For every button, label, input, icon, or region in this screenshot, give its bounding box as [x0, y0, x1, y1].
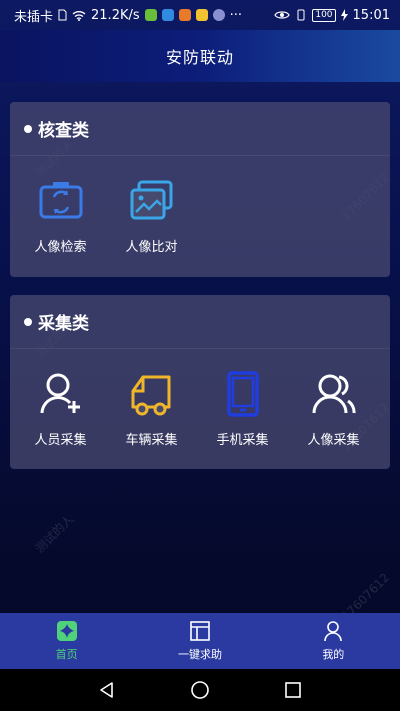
more-notifications: ···	[229, 7, 243, 23]
tab-profile[interactable]: 我的	[267, 613, 400, 669]
carrier-label: 未插卡	[14, 9, 54, 25]
sim-icon	[58, 9, 67, 21]
item-label: 车辆采集	[125, 433, 178, 448]
help-panel-icon	[190, 621, 210, 641]
tab-home[interactable]: 首页	[0, 613, 133, 669]
vibrate-icon	[297, 9, 305, 21]
section-header: 核查类	[10, 102, 390, 156]
recents-icon[interactable]	[283, 680, 303, 700]
section-title: 核查类	[38, 121, 89, 141]
tab-label: 我的	[322, 648, 345, 661]
app-notification-icon	[161, 9, 174, 21]
item-label: 人像检索	[34, 240, 87, 255]
face-compare-button[interactable]: 人像比对	[106, 156, 197, 255]
profile-icon	[324, 621, 343, 642]
tab-label: 一键求助	[177, 648, 222, 661]
bullet-icon	[24, 124, 32, 133]
tab-label: 首页	[55, 648, 78, 661]
people-icon	[312, 374, 356, 414]
tab-help[interactable]: 一键求助	[133, 613, 266, 669]
home-button-icon[interactable]	[190, 680, 210, 700]
app-notification-icon	[212, 9, 225, 21]
verification-section: 核查类 人像检索 人像比对	[10, 102, 390, 277]
section-title: 采集类	[38, 314, 89, 334]
charging-icon	[340, 9, 348, 21]
item-label: 手机采集	[216, 433, 269, 448]
app-notification-icon	[144, 9, 157, 21]
vehicle-collect-button[interactable]: 车辆采集	[106, 349, 197, 448]
face-search-icon	[39, 182, 82, 219]
mobile-phone-icon	[226, 371, 259, 417]
bottom-tab-bar: 首页 一键求助 我的	[0, 613, 400, 669]
back-icon[interactable]	[97, 680, 117, 700]
eye-icon	[274, 11, 291, 19]
item-label: 人像比对	[125, 240, 178, 255]
add-person-icon	[40, 373, 80, 414]
page-title: 安防联动	[165, 48, 234, 67]
truck-icon	[131, 375, 170, 416]
item-label: 人员采集	[34, 433, 87, 448]
clock: 15:01	[352, 7, 390, 23]
app-notification-icon	[195, 9, 208, 21]
portrait-collect-button[interactable]: 人像采集	[288, 349, 379, 448]
home-icon	[56, 621, 77, 641]
watermark: 测试的人	[32, 511, 77, 556]
bullet-icon	[24, 317, 32, 326]
title-bar: 安防联动	[0, 30, 400, 82]
person-collect-button[interactable]: 人员采集	[15, 349, 106, 448]
face-search-button[interactable]: 人像检索	[15, 156, 106, 255]
image-compare-icon	[130, 180, 172, 220]
network-speed: 21.2K/s	[91, 7, 140, 23]
section-header: 采集类	[10, 295, 390, 349]
status-bar: 未插卡 21.2K/s ··· 100 15:01	[0, 0, 400, 30]
collection-section: 采集类 人员采集 车辆采集 手机采集 人像采集	[10, 295, 390, 469]
app-notification-icon	[178, 9, 191, 21]
battery-icon: 100	[312, 8, 336, 22]
system-nav-bar	[0, 669, 400, 711]
wifi-icon	[72, 10, 86, 21]
item-label: 人像采集	[307, 433, 360, 448]
phone-collect-button[interactable]: 手机采集	[197, 349, 288, 448]
